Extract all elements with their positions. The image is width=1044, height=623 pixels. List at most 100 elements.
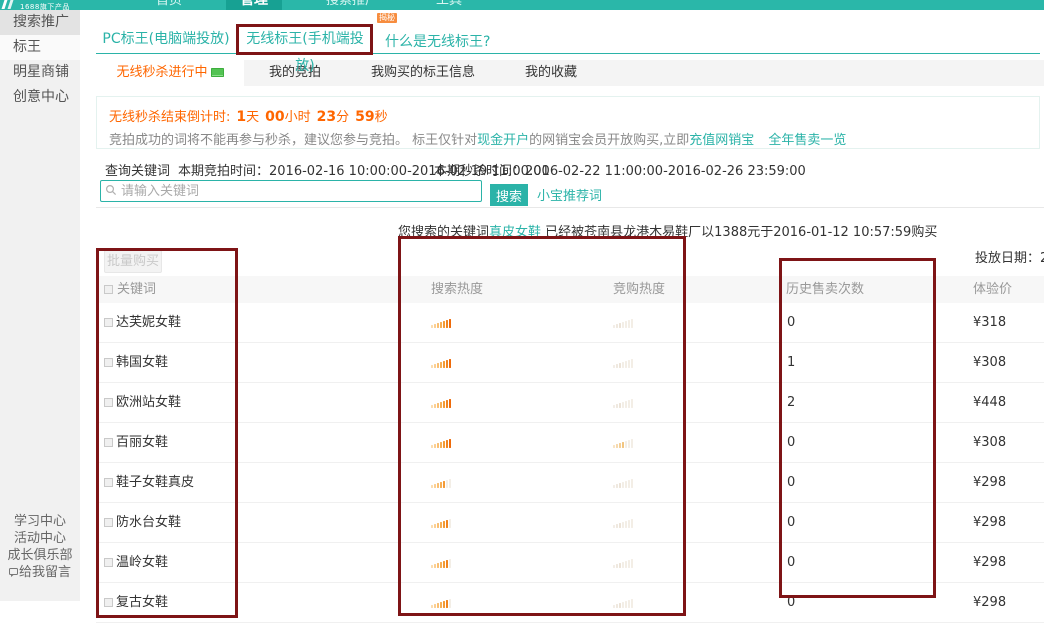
bid-heat-icon [613,518,634,528]
search-icon [105,184,117,196]
header-sold-count: 历史售卖次数 [786,276,864,303]
topbar-nav-tools[interactable]: 工具 [422,0,476,10]
search-heat-cell [431,583,452,623]
header-trial-price: 体验价 [973,276,1012,303]
table-row: 韩国女鞋1¥308 [96,343,1044,383]
subtab-bar: 无线秒杀进行中我的竞拍我购买的标王信息我的收藏 [96,60,1044,86]
countdown-value: 23 [317,109,336,125]
sidebar-item-search-promo[interactable]: 搜索推广 [0,10,80,35]
topbar-nav: 首页 管理 搜索推广 工具 [142,0,506,10]
keyword-text[interactable]: 温岭女鞋 [116,555,168,570]
bid-heat-icon [613,438,634,448]
keyword-text[interactable]: 欧洲站女鞋 [116,395,181,410]
main-content: PC标王(电脑端投放) 无线标王(手机端投放) 揭秘 什么是无线标王? 无线秒杀… [80,10,1044,601]
row-checkbox[interactable] [104,478,113,487]
search-heat-cell [431,303,452,343]
search-heat-cell [431,503,452,543]
search-heat-cell [431,343,452,383]
keyword-text[interactable]: 复古女鞋 [116,595,168,610]
countdown-value: 59 [355,109,374,125]
query-keyword-label: 查询关键词 [105,160,170,179]
launch-date-label: 投放日期：2 [975,247,1044,266]
tab-wireless-biaowang[interactable]: 无线标王(手机端投放) [238,25,372,54]
trial-price-cell: ¥298 [973,583,1006,623]
bid-heat-cell [613,543,634,583]
trial-price-cell: ¥448 [973,383,1006,423]
link-yearly-sales[interactable]: 全年售卖一览 [768,133,846,148]
live-badge-icon [211,68,224,77]
search-heat-icon [431,358,452,368]
divider [96,207,1044,208]
trial-price-cell: ¥308 [973,423,1006,463]
sidebar-item-star-shop[interactable]: 明星商铺 [0,60,80,85]
row-checkbox[interactable] [104,358,113,367]
keyword-cell: 百丽女鞋 [104,423,168,463]
logo-text: 1688旗下产品 [20,2,70,11]
tab-pc-biaowang[interactable]: PC标王(电脑端投放) [96,25,236,53]
tip-text-2: 的网销宝会员开放购买,立即 [529,133,689,148]
sold-count-cell: 0 [787,423,795,463]
trial-price-cell: ¥298 [973,543,1006,583]
bid-heat-icon [613,558,634,568]
notice-text-1: 您搜索的关键词 [398,225,489,240]
subtab-my-purchased[interactable]: 我购买的标王信息 [346,60,500,86]
table-row: 欧洲站女鞋2¥448 [96,383,1044,423]
search-heat-icon [431,558,452,568]
keyword-cell: 温岭女鞋 [104,543,168,583]
topbar-nav-home[interactable]: 首页 [142,0,196,10]
keyword-text[interactable]: 韩国女鞋 [116,355,168,370]
sidebar-item-creative-center[interactable]: 创意中心 [0,85,80,110]
countdown-label: 无线秒杀结束倒计时: [109,110,230,125]
row-checkbox[interactable] [104,318,113,327]
link-xiaobao-recommend[interactable]: 小宝推荐词 [537,185,602,204]
row-checkbox[interactable] [104,518,113,527]
topbar-nav-manage[interactable]: 管理 [226,0,282,10]
batch-buy-button[interactable]: 批量购买 [104,250,162,273]
sidebar-footer: 学习中心活动中心成长俱乐部给我留言 [0,513,80,582]
bid-heat-cell [613,303,634,343]
sidebar-link-growth-club[interactable]: 成长俱乐部 [0,547,80,564]
row-checkbox[interactable] [104,598,113,607]
keyword-cell: 复古女鞋 [104,583,168,623]
header-bid-heat: 竞购热度 [613,276,665,303]
search-heat-icon [431,598,452,608]
row-checkbox[interactable] [104,438,113,447]
keyword-text[interactable]: 达芙妮女鞋 [116,315,181,330]
keyword-text[interactable]: 防水台女鞋 [116,515,181,530]
bid-heat-icon [613,478,634,488]
subtab-my-favorites[interactable]: 我的收藏 [500,60,602,86]
tip-line: 竞拍成功的词将不能再参与秒杀，建议您参与竞拍。 标王仅针对现金开户的网销宝会员开… [109,129,846,148]
link-what-is-wireless-biaowang[interactable]: 什么是无线标王? [385,31,490,53]
sidebar-menu: 搜索推广标王明星商铺创意中心 [0,10,80,110]
search-heat-icon [431,398,452,408]
sidebar-item-biaowang[interactable]: 标王 [0,35,80,60]
seckill-period-time: 本期秒杀时间：2016-02-22 11:00:00-2016-02-26 23… [434,160,806,179]
select-all-checkbox[interactable] [104,285,113,294]
sidebar-link-study-center[interactable]: 学习中心 [0,513,80,530]
header-keyword: 关键词 [117,276,156,303]
trial-price-cell: ¥298 [973,503,1006,543]
bid-heat-icon [613,358,634,368]
keyword-text[interactable]: 鞋子女鞋真皮 [116,475,194,490]
row-checkbox[interactable] [104,398,113,407]
keyword-text[interactable]: 百丽女鞋 [116,435,168,450]
subtab-seckill-ongoing[interactable]: 无线秒杀进行中 [96,60,244,86]
link-cash-account[interactable]: 现金开户 [477,133,529,148]
top-bar: 1688旗下产品 首页 管理 搜索推广 工具 [0,0,1044,10]
link-recharge-wangxiaobao[interactable]: 充值网销宝 [689,133,754,148]
search-button[interactable]: 搜索 [490,184,528,206]
keyword-search-input[interactable] [100,180,482,202]
sidebar-link-activity-center[interactable]: 活动中心 [0,530,80,547]
sidebar-link-leave-message[interactable]: 给我留言 [0,564,80,582]
row-checkbox[interactable] [104,558,113,567]
countdown-value: 1 [236,109,246,125]
keyword-cell: 韩国女鞋 [104,343,168,383]
topbar-nav-promo[interactable]: 搜索推广 [312,0,392,10]
notice-keyword-link[interactable]: 真皮女鞋 [489,225,541,240]
message-icon [9,565,18,582]
bid-heat-cell [613,423,634,463]
keyword-cell: 防水台女鞋 [104,503,181,543]
countdown-unit: 秒 [375,110,388,125]
table-body: 达芙妮女鞋0¥318韩国女鞋1¥308欧洲站女鞋2¥448百丽女鞋0¥308鞋子… [96,303,1044,623]
table-row: 复古女鞋0¥298 [96,583,1044,623]
